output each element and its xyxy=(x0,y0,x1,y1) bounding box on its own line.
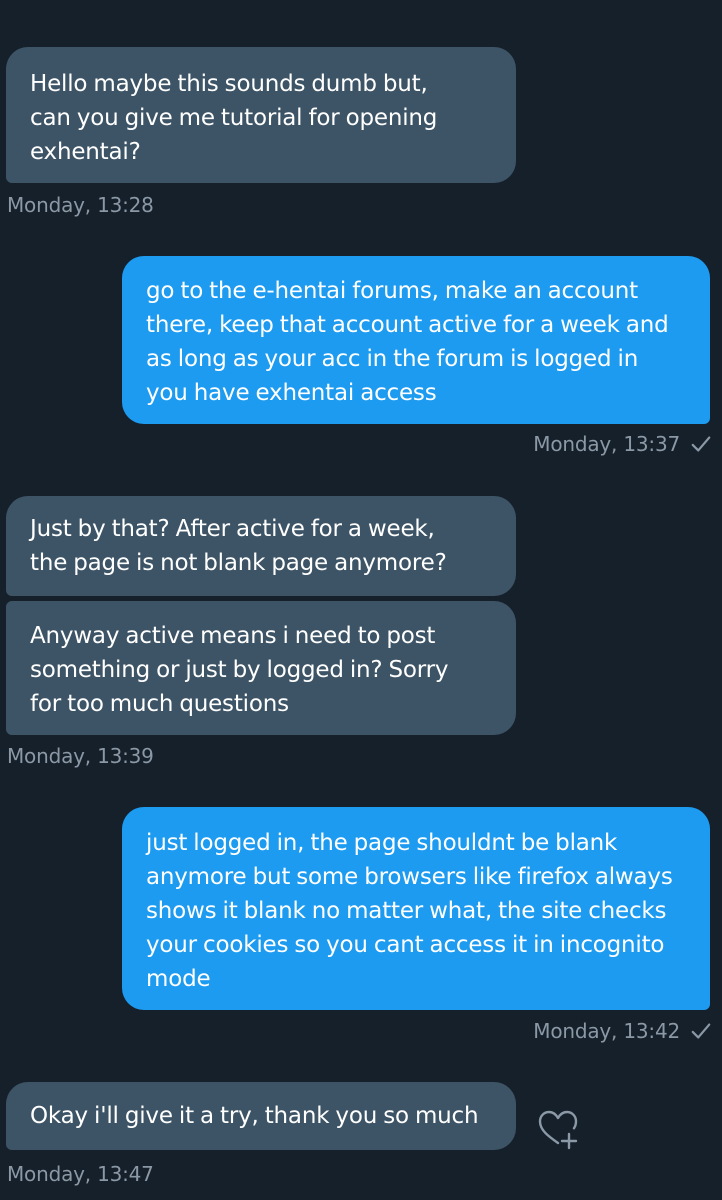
message-timestamp: Monday, 13:39 xyxy=(7,744,154,768)
received-message[interactable]: Just by that? After active for a week, t… xyxy=(6,496,516,596)
check-icon xyxy=(691,436,711,452)
message-timestamp: Monday, 13:42 xyxy=(533,1019,680,1043)
heart-plus-icon[interactable] xyxy=(536,1107,580,1151)
message-text: Okay i'll give it a try, thank you so mu… xyxy=(30,1103,479,1129)
message-timestamp: Monday, 13:37 xyxy=(533,432,680,456)
message-text: Hello maybe this sounds dumb but, can yo… xyxy=(30,71,438,165)
received-message[interactable]: Okay i'll give it a try, thank you so mu… xyxy=(6,1082,516,1150)
message-timestamp: Monday, 13:28 xyxy=(7,193,154,217)
message-text: Just by that? After active for a week, t… xyxy=(30,516,447,576)
message-meta: Monday, 13:42 xyxy=(533,1019,712,1043)
sent-message[interactable]: just logged in, the page shouldnt be bla… xyxy=(122,807,710,1010)
check-icon xyxy=(691,1023,711,1039)
message-text: Anyway active means i need to post somet… xyxy=(30,623,449,717)
received-message[interactable]: Hello maybe this sounds dumb but, can yo… xyxy=(6,47,516,183)
message-text: just logged in, the page shouldnt be bla… xyxy=(146,830,673,992)
sent-message[interactable]: go to the e-hentai forums, make an accou… xyxy=(122,256,710,424)
received-message[interactable]: Anyway active means i need to post somet… xyxy=(6,601,516,735)
message-timestamp: Monday, 13:47 xyxy=(7,1162,154,1186)
message-text: go to the e-hentai forums, make an accou… xyxy=(146,278,669,406)
message-meta: Monday, 13:37 xyxy=(533,432,712,456)
message-thread: Hello maybe this sounds dumb but, can yo… xyxy=(0,0,722,1200)
